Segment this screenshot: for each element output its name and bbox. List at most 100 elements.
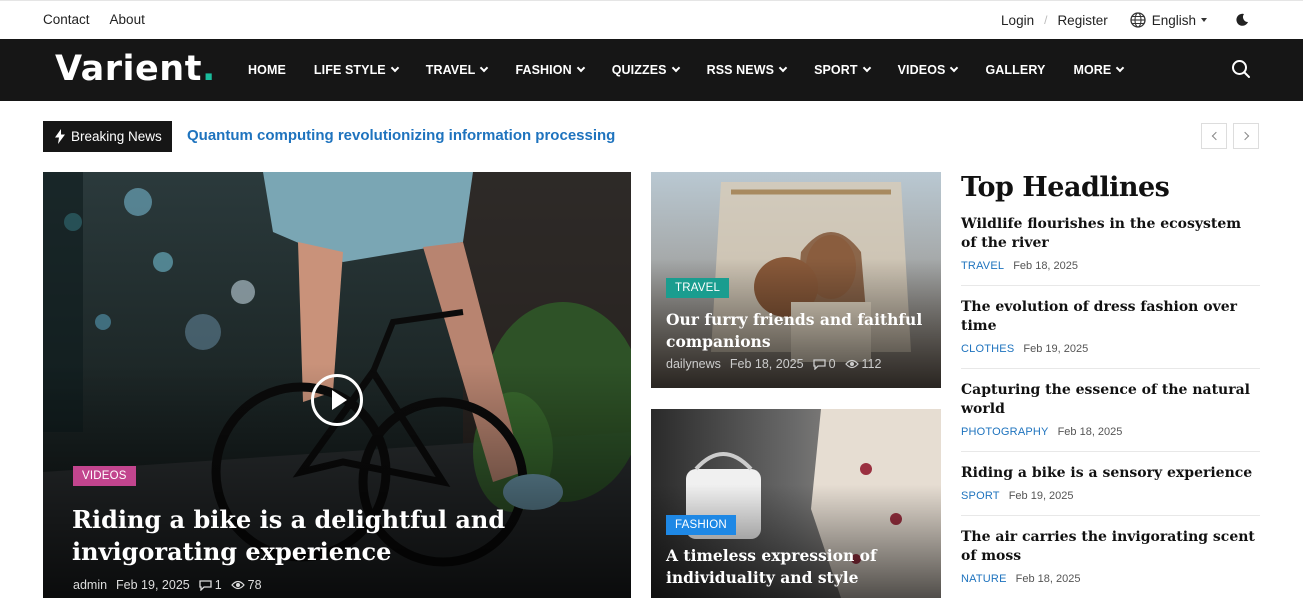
menu-item-life-style[interactable]: LIFE STYLE <box>313 63 399 77</box>
headline-category[interactable]: NATURE <box>961 573 1007 585</box>
menu-item-quizzes[interactable]: QUIZZES <box>611 63 680 77</box>
post-card-title[interactable]: Our furry friends and faithful companion… <box>666 309 926 353</box>
chevron-down-icon <box>390 63 399 73</box>
menu-item-videos[interactable]: VIDEOS <box>897 63 959 77</box>
menu-label: GALLERY <box>985 63 1046 77</box>
comment-icon <box>199 579 212 591</box>
headline-date: Feb 19, 2025 <box>1008 490 1074 502</box>
post-card[interactable]: TRAVEL Our furry friends and faithful co… <box>651 172 941 388</box>
view-count: 78 <box>247 578 262 592</box>
comment-count: 0 <box>828 357 836 371</box>
eye-icon <box>230 580 245 590</box>
menu-item-fashion[interactable]: FASHION <box>515 63 585 77</box>
author-name[interactable]: admin <box>73 578 107 592</box>
breaking-news-text: Breaking News <box>71 129 162 144</box>
site-logo[interactable]: Varient. <box>55 49 216 89</box>
headline-date: Feb 19, 2025 <box>1023 343 1089 355</box>
login-link[interactable]: Login <box>1001 13 1034 28</box>
video-play-button[interactable] <box>311 374 363 426</box>
headline-item[interactable]: The evolution of dress fashion over time… <box>961 298 1260 369</box>
category-badge[interactable]: VIDEOS <box>73 466 136 486</box>
headline-title[interactable]: Riding a bike is a sensory experience <box>961 464 1260 483</box>
post-meta: admin Feb 19, 2025 1 78 <box>73 578 271 592</box>
headline-title[interactable]: The air carries the invigorating scent o… <box>961 528 1260 566</box>
headline-category[interactable]: TRAVEL <box>961 260 1004 272</box>
menu-item-home[interactable]: HOME <box>248 63 286 77</box>
top-headlines: Top Headlines Wildlife flourishes in the… <box>961 172 1260 598</box>
chevron-left-icon <box>1211 131 1220 141</box>
headline-category[interactable]: SPORT <box>961 490 1000 502</box>
logo-text: Varient <box>55 49 202 89</box>
main-navbar: Varient. HOME LIFE STYLE TRAVEL FASHION … <box>0 39 1303 101</box>
next-button[interactable] <box>1233 123 1259 149</box>
author-name[interactable]: dailynews <box>666 357 721 371</box>
headline-item[interactable]: Wildlife flourishes in the ecosystem of … <box>961 215 1260 286</box>
menu-label: MORE <box>1073 63 1112 77</box>
menu-item-travel[interactable]: TRAVEL <box>425 63 489 77</box>
contact-link[interactable]: Contact <box>43 12 90 27</box>
chevron-down-icon <box>1116 63 1125 73</box>
post-card-title[interactable]: A timeless expression of individuality a… <box>666 545 926 589</box>
language-selector[interactable]: English <box>1130 12 1207 28</box>
menu-item-sport[interactable]: SPORT <box>814 63 871 77</box>
post-meta: dailynews Feb 18, 2025 0 112 <box>666 357 890 371</box>
chevron-down-icon <box>671 63 680 73</box>
chevron-right-icon <box>1240 131 1249 141</box>
logo-dot: . <box>201 49 216 89</box>
top-links: Contact About <box>43 12 162 27</box>
breaking-news-headline[interactable]: Quantum computing revolutionizing inform… <box>187 127 615 144</box>
prev-button[interactable] <box>1201 123 1227 149</box>
globe-icon <box>1130 12 1146 28</box>
eye-icon <box>844 359 859 369</box>
divider: / <box>1044 13 1048 27</box>
menu-label: FASHION <box>515 63 572 77</box>
menu-label: QUIZZES <box>611 63 667 77</box>
menu-label: TRAVEL <box>425 63 476 77</box>
language-label: English <box>1151 12 1196 28</box>
headline-category[interactable]: CLOTHES <box>961 343 1014 355</box>
headline-title[interactable]: The evolution of dress fashion over time <box>961 298 1260 336</box>
headline-category[interactable]: PHOTOGRAPHY <box>961 426 1049 438</box>
menu-label: LIFE STYLE <box>313 63 386 77</box>
headline-item[interactable]: The air carries the invigorating scent o… <box>961 528 1260 598</box>
caret-down-icon <box>1201 18 1207 22</box>
category-badge[interactable]: TRAVEL <box>666 278 730 298</box>
chevron-down-icon <box>950 63 959 73</box>
menu-label: HOME <box>248 63 286 77</box>
menu-item-gallery[interactable]: GALLERY <box>985 63 1045 77</box>
view-count: 112 <box>861 357 882 371</box>
main-menu: HOME LIFE STYLE TRAVEL FASHION QUIZZES R… <box>248 39 1151 101</box>
headline-title[interactable]: Capturing the essence of the natural wor… <box>961 381 1260 419</box>
chevron-down-icon <box>480 63 489 73</box>
breaking-news-label: Breaking News <box>43 121 172 152</box>
dark-mode-moon-icon[interactable] <box>1235 13 1249 27</box>
post-date: Feb 19, 2025 <box>116 578 190 592</box>
post-date: Feb 18, 2025 <box>729 357 804 371</box>
featured-post[interactable]: VIDEOS Riding a bike is a delightful and… <box>43 172 631 598</box>
top-bar: Contact About Login / Register English <box>0 0 1303 39</box>
headline-date: Feb 18, 2025 <box>1013 260 1079 272</box>
featured-post-title[interactable]: Riding a bike is a delightful and invigo… <box>72 504 612 568</box>
chevron-down-icon <box>576 63 585 73</box>
menu-item-more[interactable]: MORE <box>1073 63 1125 77</box>
category-badge[interactable]: FASHION <box>666 515 736 535</box>
headline-item[interactable]: Riding a bike is a sensory experience SP… <box>961 464 1260 516</box>
chevron-down-icon <box>862 63 871 73</box>
menu-label: RSS NEWS <box>706 63 775 77</box>
comment-icon <box>812 358 826 370</box>
headline-item[interactable]: Capturing the essence of the natural wor… <box>961 381 1260 452</box>
section-heading: Top Headlines <box>961 172 1170 203</box>
lightning-bolt-icon <box>55 129 65 144</box>
about-link[interactable]: About <box>110 12 145 27</box>
post-card[interactable]: FASHION A timeless expression of individ… <box>651 409 941 598</box>
search-icon[interactable] <box>1231 59 1251 79</box>
menu-item-rss-news[interactable]: RSS NEWS <box>706 63 788 77</box>
menu-label: VIDEOS <box>897 63 946 77</box>
chevron-down-icon <box>778 63 788 73</box>
headline-date: Feb 18, 2025 <box>1057 426 1123 438</box>
comment-count: 1 <box>214 578 222 592</box>
register-link[interactable]: Register <box>1057 13 1107 28</box>
headline-title[interactable]: Wildlife flourishes in the ecosystem of … <box>961 215 1260 253</box>
account-links: Login / Register English <box>1001 10 1249 30</box>
menu-label: SPORT <box>814 63 858 77</box>
